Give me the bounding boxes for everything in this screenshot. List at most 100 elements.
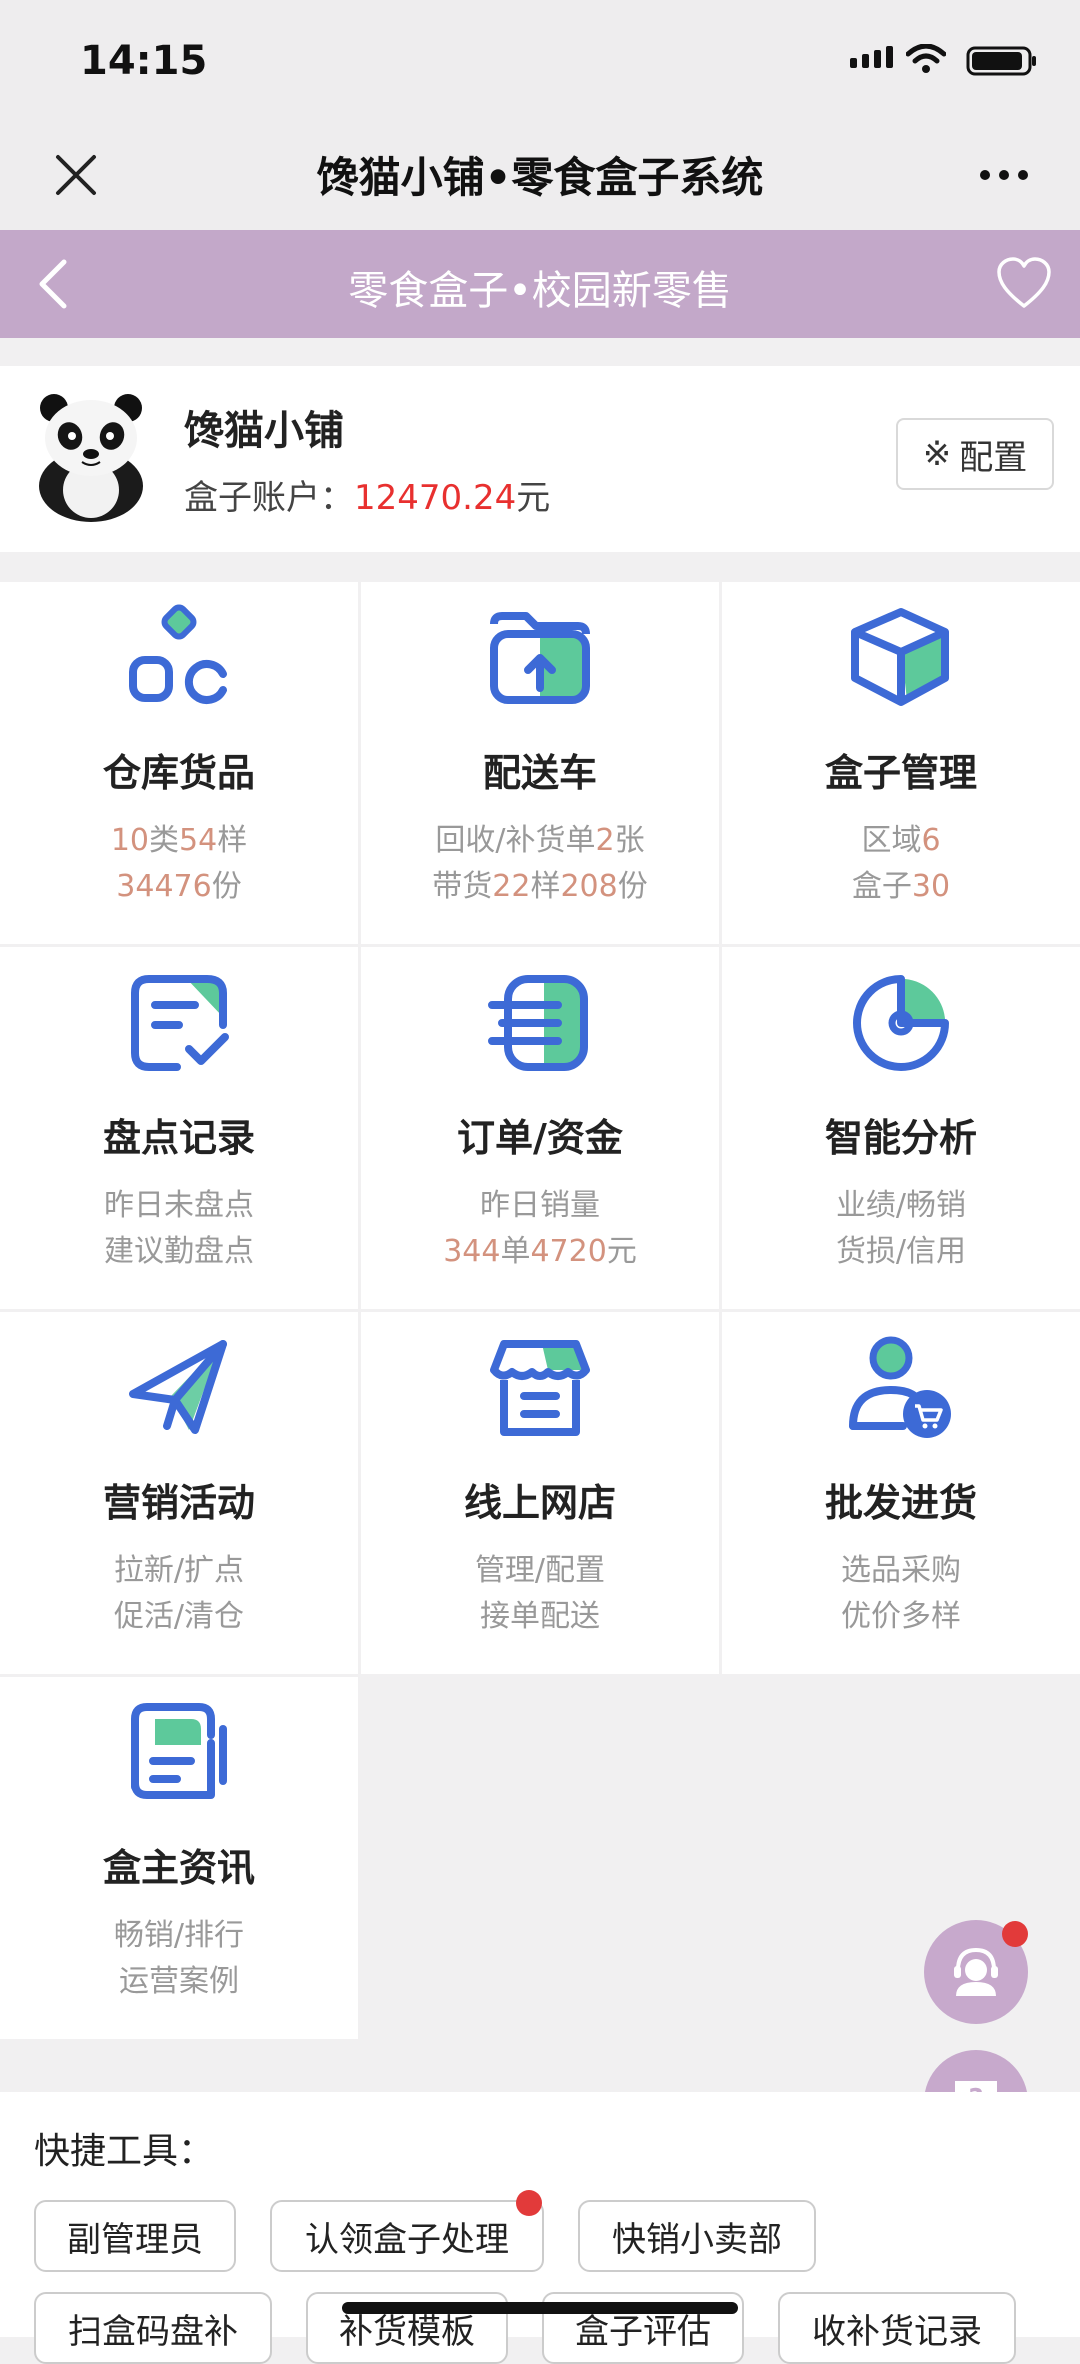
grid-item-sub1: 选品采购 — [722, 1548, 1080, 1594]
cellular-signal-icon — [850, 46, 893, 68]
header-banner: 零食盒子•校园新零售 — [0, 230, 1080, 338]
banner-title: 零食盒子•校园新零售 — [348, 268, 732, 314]
quick-tool-claim-box[interactable]: 认领盒子处理 — [270, 2200, 544, 2272]
grid-item-label: 盒子管理 — [824, 751, 977, 795]
grid-item-sub1: 回收/补货单2张 — [361, 818, 719, 864]
grid-item-label: 盘点记录 — [102, 1116, 255, 1160]
quick-tools-title: 快捷工具： — [34, 2131, 215, 2172]
grid-item-smart-analysis[interactable]: 智能分析 业绩/畅销 货损/信用 — [722, 947, 1080, 1309]
highlight-value: 34476 — [116, 869, 212, 904]
sub-text: 昨日销量 — [480, 1188, 600, 1223]
grid-item-warehouse[interactable]: 仓库货品 10类54样 34476份 — [0, 582, 358, 944]
grid-item-sub1: 昨日销量 — [361, 1183, 719, 1229]
notification-dot — [1002, 1921, 1028, 1947]
sub-text: 样 — [530, 869, 561, 904]
box-icon — [851, 608, 949, 706]
sub-text: 接单配送 — [480, 1599, 600, 1634]
quick-tool-replenish-records[interactable]: 收补货记录 — [778, 2292, 1016, 2364]
sub-text: 带货 — [432, 869, 493, 904]
grid-item-label: 线上网店 — [463, 1481, 616, 1525]
highlight-value: 10 — [110, 823, 149, 858]
sub-text: 运营案例 — [119, 1964, 239, 1999]
grid-item-sub1: 10类54样 — [0, 818, 358, 864]
panda-avatar — [39, 394, 143, 522]
sub-text: 选品采购 — [841, 1553, 961, 1588]
sub-text: 畅销/排行 — [113, 1918, 245, 1953]
grid-item-marketing[interactable]: 营销活动 拉新/扩点 促活/清仓 — [0, 1312, 358, 1674]
grid-item-delivery[interactable]: 配送车 回收/补货单2张 带货22样208份 — [361, 582, 719, 944]
sub-text: 建议勤盘点 — [104, 1234, 254, 1269]
grid-item-sub1: 拉新/扩点 — [0, 1548, 358, 1594]
grid-item-online-store[interactable]: 线上网店 管理/配置 接单配送 — [361, 1312, 719, 1674]
highlight-value: 6 — [921, 823, 941, 858]
grid-item-sub1: 昨日未盘点 — [0, 1183, 358, 1229]
highlight-value: 344 — [443, 1234, 501, 1269]
more-options-icon[interactable] — [980, 170, 1028, 180]
grid-item-sub2: 货损/信用 — [722, 1229, 1080, 1275]
heart-icon[interactable] — [996, 256, 1052, 310]
warehouse-icon — [129, 604, 227, 704]
grid-item-sub2: 建议勤盘点 — [0, 1229, 358, 1275]
paper-plane-icon — [129, 1340, 227, 1434]
wholesale-user-cart-icon — [849, 1336, 951, 1438]
config-button[interactable]: ※ 配置 — [896, 418, 1054, 490]
delivery-folder-icon — [490, 612, 590, 704]
config-symbol-icon: ※ — [922, 434, 952, 474]
sub-text: 业绩/畅销 — [835, 1188, 967, 1223]
navbar-title: 馋猫小铺•零食盒子系统 — [316, 153, 764, 202]
sub-text: 优价多样 — [841, 1599, 961, 1634]
grid-item-owner-news[interactable]: 盒主资讯 畅销/排行 运营案例 — [0, 1677, 358, 2039]
grid-item-inventory-records[interactable]: 盘点记录 昨日未盘点 建议勤盘点 — [0, 947, 358, 1309]
status-time: 14:15 — [80, 38, 208, 84]
battery-icon — [966, 46, 1036, 76]
grid-item-orders-funds[interactable]: 订单/资金 昨日销量 344单4720元 — [361, 947, 719, 1309]
grid-item-sub2: 运营案例 — [0, 1959, 358, 2005]
sub-text: 促活/清仓 — [113, 1599, 245, 1634]
shop-profile-card: 馋猫小铺 盒子账户：12470.24元 ※ 配置 — [0, 366, 1080, 552]
account-label: 盒子账户： — [184, 478, 354, 518]
grid-item-sub2: 接单配送 — [361, 1594, 719, 1640]
account-unit: 元 — [516, 478, 551, 518]
highlight-value: 22 — [492, 869, 531, 904]
sub-text: 份 — [617, 869, 648, 904]
sub-text: 样 — [217, 823, 248, 858]
account-amount: 12470.24 — [354, 478, 517, 518]
grid-item-label: 营销活动 — [102, 1481, 255, 1525]
grid-item-label: 盒主资讯 — [102, 1846, 255, 1890]
sub-text: 拉新/扩点 — [113, 1553, 245, 1588]
grid-item-label: 智能分析 — [824, 1116, 977, 1160]
sub-text: 类 — [149, 823, 179, 858]
home-indicator — [342, 2302, 738, 2314]
highlight-value: 4720 — [530, 1234, 607, 1269]
status-bar: 14:15 — [0, 0, 1080, 120]
grid-item-wholesale[interactable]: 批发进货 选品采购 优价多样 — [722, 1312, 1080, 1674]
pie-chart-icon — [853, 975, 949, 1071]
grid-item-label: 配送车 — [482, 751, 597, 795]
store-icon — [490, 1340, 590, 1436]
sub-text: 盒子 — [851, 869, 912, 904]
inventory-check-icon — [131, 975, 229, 1071]
grid-item-label: 批发进货 — [824, 1481, 977, 1525]
grid-item-sub2: 34476份 — [0, 864, 358, 910]
grid-item-box-management[interactable]: 盒子管理 区域6 盒子30 — [722, 582, 1080, 944]
sub-text: 区域 — [861, 823, 922, 858]
grid-item-sub2: 盒子30 — [722, 864, 1080, 910]
quick-tool-fast-shop[interactable]: 快销小卖部 — [578, 2200, 816, 2272]
sub-text: 单 — [500, 1234, 531, 1269]
highlight-value: 54 — [179, 823, 218, 858]
quick-tools-section: 快捷工具： 副管理员 认领盒子处理 快销小卖部 扫盒码盘补 补货模板 盒子评估 … — [0, 2092, 1080, 2364]
grid-item-sub1: 区域6 — [722, 818, 1080, 864]
quick-tool-scan-box-code[interactable]: 扫盒码盘补 — [34, 2292, 272, 2364]
quick-tool-sub-admin[interactable]: 副管理员 — [34, 2200, 236, 2272]
grid-item-sub2: 344单4720元 — [361, 1229, 719, 1275]
grid-item-sub2: 带货22样208份 — [361, 864, 719, 910]
sub-text: 张 — [614, 823, 645, 858]
quick-tool-badge-dot — [516, 2190, 542, 2216]
wifi-icon — [906, 44, 946, 73]
sub-text: 回收/补货单 — [435, 823, 596, 858]
customer-service-icon — [954, 1947, 998, 1996]
grid-item-label: 订单/资金 — [457, 1116, 623, 1160]
grid-item-sub1: 业绩/畅销 — [722, 1183, 1080, 1229]
grid-item-sub1: 畅销/排行 — [0, 1913, 358, 1959]
highlight-value: 30 — [911, 869, 951, 904]
